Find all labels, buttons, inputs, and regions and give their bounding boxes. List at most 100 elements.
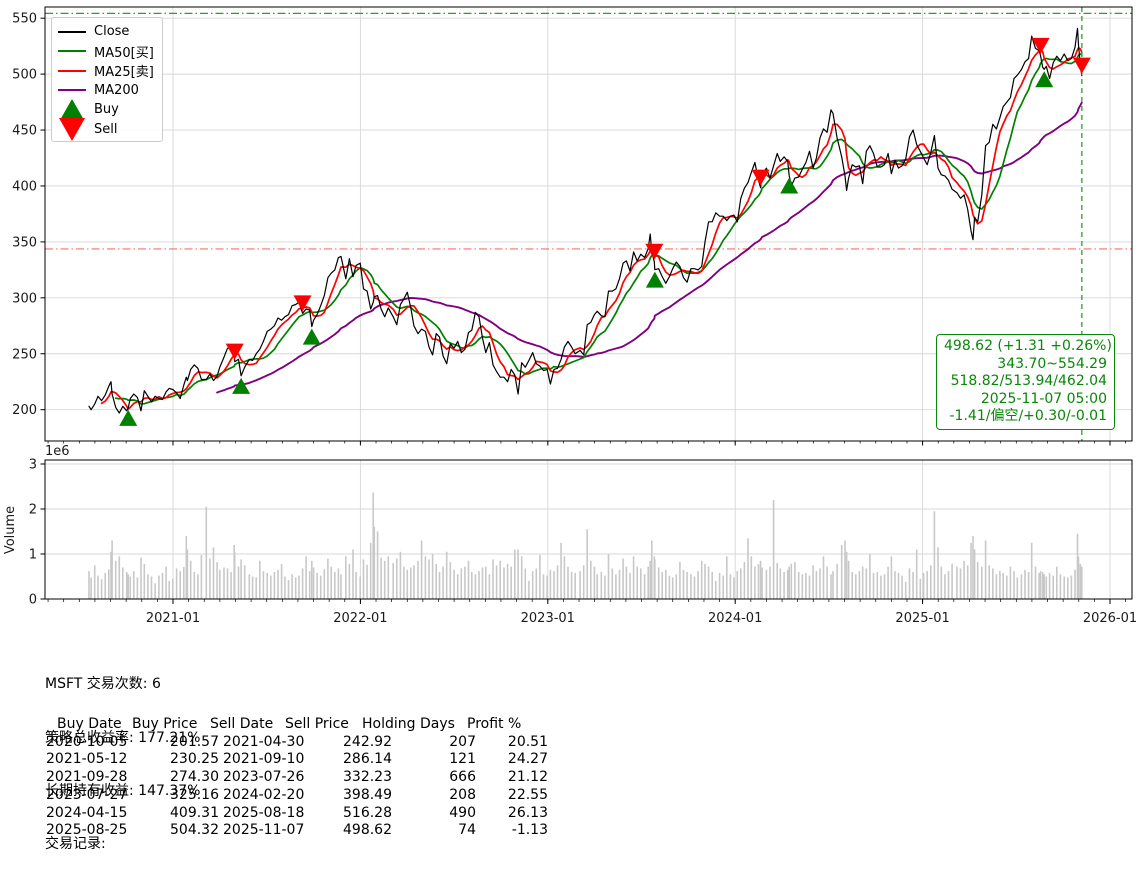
volume-tick-label: 1 (29, 548, 37, 563)
volume-bars (88, 492, 1083, 599)
annotation-range: 343.70~554.29 (997, 355, 1107, 372)
x-tick-label: 2021-01 (146, 611, 200, 626)
table-cell: 332.23 (343, 769, 392, 786)
annotation-price-change: 498.62 (+1.31 +0.26%) (944, 338, 1112, 354)
table-cell: -1.13 (511, 822, 548, 839)
table-cell: 2021-04-30 (223, 733, 305, 750)
sell-signal-marker (1072, 57, 1091, 74)
table-cell: 21.12 (507, 769, 548, 786)
table-cell: 286.14 (343, 751, 392, 768)
table-cell: 490 (449, 804, 476, 821)
price-tick-label: 400 (12, 179, 37, 194)
table-cell: 516.28 (343, 804, 392, 821)
table-header-cell: Profit % (467, 716, 522, 732)
ma200-line-swatch (58, 89, 86, 92)
table-cell: 121 (449, 751, 476, 768)
volume-scale-label: 1e6 (45, 444, 70, 459)
legend-label: Close (94, 24, 130, 40)
table-cell: 498.62 (343, 822, 392, 839)
table-cell: 20.51 (507, 733, 548, 750)
x-tick-label: 2023-01 (521, 611, 575, 626)
table-cell: 504.32 (170, 822, 219, 839)
table-cell: 666 (449, 769, 476, 786)
table-row: 2021-05-12 230.25 2021-09-10 286.14 121 24.27 (45, 751, 565, 769)
table-row: 2023-07-27 325.16 2024-02-20 398.49 208 22.55 (45, 787, 565, 805)
legend-label: Sell (94, 121, 118, 137)
table-cell: 26.13 (507, 804, 548, 821)
price-tick-label: 500 (12, 68, 37, 83)
x-tick-label: 2024-01 (708, 611, 762, 626)
sell-signal-marker (225, 343, 244, 360)
close-line-swatch (58, 30, 86, 33)
price-tick-label: 450 (12, 124, 37, 139)
buy-signal-marker (119, 409, 138, 426)
table-cell: 201.57 (170, 733, 219, 750)
table-header-cell: Holding Days (362, 716, 455, 732)
table-cell: 325.16 (170, 786, 219, 803)
x-tick-label: 2025-01 (895, 611, 949, 626)
volume-tick-label: 0 (29, 593, 37, 608)
price-tick-label: 200 (12, 403, 37, 418)
table-cell: 2025-08-25 (46, 822, 128, 839)
table-cell: 2023-07-26 (223, 769, 305, 786)
legend-label: Buy (94, 102, 119, 118)
table-cell: 2021-05-12 (46, 751, 128, 768)
table-cell: 230.25 (170, 751, 219, 768)
table-cell: 2020-10-05 (46, 733, 128, 750)
ma25-line-swatch (58, 69, 86, 72)
table-row: 2021-09-28 274.30 2023-07-26 332.23 666 21.12 (45, 769, 565, 787)
volume-tick-label: 3 (29, 458, 37, 473)
table-cell: 207 (449, 733, 476, 750)
sell-signal-marker (293, 295, 312, 312)
last-quote-annotation: 498.62 (+1.31 +0.26%) 343.70~554.29 518.… (936, 334, 1115, 430)
table-row: 2020-10-05 201.57 2021-04-30 242.92 207 20.51 (45, 734, 565, 752)
buy-signal-marker (302, 328, 321, 345)
table-header-cell: Buy Price (132, 716, 198, 732)
table-cell: 409.31 (170, 804, 219, 821)
x-tick-label: 2022-01 (333, 611, 387, 626)
legend-item-ma50: MA50[买] (58, 42, 156, 62)
table-header-cell: Buy Date (57, 716, 122, 732)
price-tick-label: 300 (12, 291, 37, 306)
price-tick-label: 550 (12, 12, 37, 27)
annotation-signals: -1.41/偏空/+0.30/-0.01 (949, 408, 1108, 425)
table-cell: 2021-09-10 (223, 751, 305, 768)
legend-label: MA50[买] (94, 45, 154, 61)
x-tick-label: 2026-01 (1083, 611, 1137, 626)
table-cell: 2023-07-27 (46, 786, 128, 803)
stock-strategy-figure: 2021-01 2022-01 2023-01 2024-01 2025-01 2026-… (0, 0, 1145, 852)
legend-label: MA25[卖] (94, 65, 154, 81)
table-cell: 398.49 (343, 786, 392, 803)
price-tick-label: 250 (12, 347, 37, 362)
table-cell: 208 (449, 786, 476, 803)
table-cell: 2024-04-15 (46, 804, 128, 821)
chart-svg: 2021-01 2022-01 2023-01 2024-01 2025-01 2026-… (3, 6, 1137, 626)
table-cell: 2024-02-20 (223, 786, 305, 803)
table-header-cell: Sell Price (285, 716, 349, 732)
price-tick-label: 350 (12, 235, 37, 250)
volume-axis-label: Volume (3, 506, 18, 554)
table-cell: 242.92 (343, 733, 392, 750)
table-cell: 74 (458, 822, 476, 839)
table-cell: 2025-08-18 (223, 804, 305, 821)
annotation-timestamp: 2025-11-07 05:00 (980, 390, 1107, 407)
table-header-cell: Sell Date (210, 716, 274, 732)
table-cell: 274.30 (170, 769, 219, 786)
table-row: 2025-08-25 504.32 2025-11-07 498.62 74 -1.13 (45, 822, 565, 840)
legend-label: MA200 (94, 82, 139, 98)
table-cell: 2025-11-07 (223, 822, 305, 839)
annotation-ma-values: 518.82/513.94/462.04 (950, 373, 1107, 390)
ma50-line-swatch (58, 50, 86, 53)
price-volume-chart: 2021-01 2022-01 2023-01 2024-01 2025-01 2026-… (0, 0, 1145, 635)
trade-table-header: Buy Date Buy Price Sell Date Sell Price Hold… (45, 716, 565, 734)
table-cell: 2021-09-28 (46, 769, 128, 786)
sell-marker-icon (58, 118, 86, 142)
legend-item-ma25: MA25[卖] (58, 61, 156, 81)
volume-tick-label: 2 (29, 503, 37, 518)
table-cell: 24.27 (507, 751, 548, 768)
trade-table: Buy Date Buy Price Sell Date Sell Price Hold… (45, 716, 565, 841)
chart-legend: Close MA50[买] MA25[卖] MA200 Buy Sell (51, 17, 163, 142)
table-row: 2024-04-15 409.31 2025-08-18 516.28 490 26.13 (45, 805, 565, 823)
legend-item-close: Close (58, 22, 156, 42)
trade-count-line: MSFT 交易次数: 6 (45, 676, 161, 693)
